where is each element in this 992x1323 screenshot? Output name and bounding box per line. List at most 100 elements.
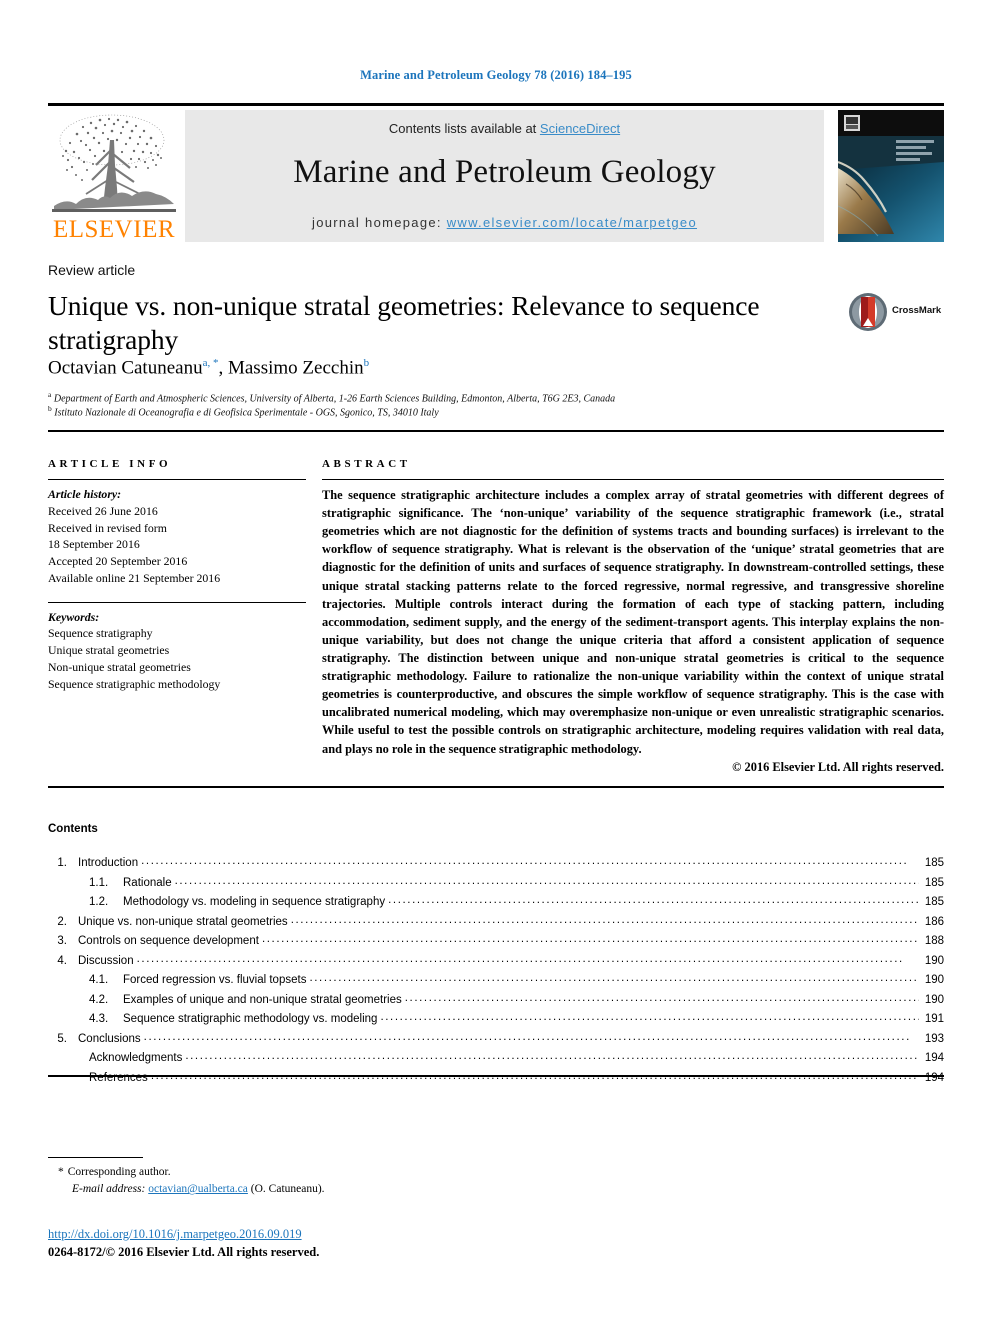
article-history-item: 18 September 2016 [48, 537, 140, 552]
toc-label[interactable]: Introduction [78, 857, 138, 869]
article-history-block: Article history: Received 26 June 2016 R… [48, 486, 306, 587]
email-link[interactable]: octavian@ualberta.ca [148, 1183, 248, 1195]
article-first-page: Marine and Petroleum Geology 78 (2016) 1… [0, 0, 992, 1323]
toc-label[interactable]: Sequence stratigraphic methodology vs. m… [123, 1013, 377, 1025]
crossmark-badge[interactable]: CrossMark [848, 292, 944, 336]
toc-leader-dots: ........................................… [261, 933, 919, 945]
abstract-column: ABSTRACT The sequence stratigraphic arch… [322, 458, 944, 775]
footnote-separator [48, 1157, 143, 1158]
toc-leader-dots: ........................................… [290, 913, 919, 926]
elsevier-logo: ELSEVIER [48, 110, 180, 242]
toc-number: 1. [57, 857, 67, 869]
email-suffix: (O. Catuneanu). [250, 1183, 325, 1196]
abstract-text: The sequence stratigraphic architecture … [322, 488, 944, 756]
footnote-block: * Corresponding author. E-mail address: o… [58, 1164, 325, 1199]
email-label: E-mail address: [72, 1183, 146, 1196]
journal-homepage-line: journal homepage: www.elsevier.com/locat… [185, 215, 824, 230]
article-info-spacer [48, 587, 306, 602]
crossmark-label: CrossMark [892, 305, 942, 316]
abstract-copyright: © 2016 Elsevier Ltd. All rights reserved… [732, 759, 944, 774]
toc-page: 193 [924, 1032, 944, 1045]
author-name-1: Octavian Catuneanu [48, 357, 203, 379]
keywords-rule [48, 601, 306, 603]
toc-page: 194 [924, 1071, 944, 1084]
sciencedirect-link[interactable]: ScienceDirect [540, 121, 620, 136]
article-type: Review article [48, 262, 136, 278]
article-history-item: Accepted 20 September 2016 [48, 554, 188, 568]
affiliation-text-b: Istituto Nazionale di Oceanografia e di … [54, 407, 439, 419]
toc-page: 190 [924, 993, 944, 1006]
toc-label[interactable]: Discussion [78, 955, 134, 967]
toc-number: 3. [57, 935, 67, 947]
toc-label[interactable]: Examples of unique and non-unique strata… [123, 994, 402, 1006]
article-history-item: Received in revised form [48, 520, 167, 535]
corresponding-author-note: * Corresponding author. [58, 1164, 325, 1181]
toc-leader-dots: ........................................… [185, 1050, 919, 1062]
toc-number: 4.2. [89, 993, 109, 1006]
affiliation-text-a: Department of Earth and Atmospheric Scie… [53, 393, 616, 405]
issn-copyright-line: 0264-8172/© 2016 Elsevier Ltd. All right… [48, 1245, 320, 1259]
toc-page: 185 [924, 857, 944, 869]
keyword-item: Sequence stratigraphic methodology [48, 676, 221, 691]
email-note: E-mail address: octavian@ualberta.ca (O.… [58, 1181, 325, 1198]
toc-label[interactable]: Unique vs. non-unique stratal geometries [78, 916, 288, 928]
journal-title: Marine and Petroleum Geology [293, 154, 716, 190]
keyword-item: Non-unique stratal geometries [48, 659, 191, 674]
keywords-label: Keywords: [48, 609, 100, 624]
abstract-heading: ABSTRACT [322, 458, 411, 470]
doi-link[interactable]: http://dx.doi.org/10.1016/j.marpetgeo.20… [48, 1227, 302, 1242]
journal-masthead: ELSEVIER Contents lists available at Sci… [48, 103, 944, 243]
toc-leader-dots: ........................................… [136, 952, 904, 965]
keywords-block: Keywords: Sequence stratigraphy Unique s… [48, 609, 306, 693]
corresponding-author-marker: * [58, 1166, 64, 1178]
toc-page: 194 [924, 1052, 944, 1064]
journal-cover-thumbnail[interactable] [838, 110, 944, 242]
toc-number: 4.3. [89, 1013, 109, 1025]
contents-lists-line: Contents lists available at ScienceDirec… [185, 121, 824, 136]
toc-number: 5. [57, 1032, 67, 1045]
toc-label[interactable]: Methodology vs. modeling in sequence str… [123, 896, 385, 908]
contents-lists-prefix: Contents lists available at [388, 121, 540, 136]
keyword-item: Unique stratal geometries [48, 643, 170, 657]
toc-leader-dots: ........................................… [309, 972, 919, 984]
toc-leader-dots: ........................................… [380, 1011, 919, 1023]
journal-homepage-link[interactable]: www.elsevier.com/locate/marpetgeo [447, 215, 697, 230]
author-list: Octavian Catuneanua, *, Massimo Zecchinb [48, 357, 370, 379]
toc-page: 190 [924, 974, 944, 986]
elsevier-wordmark: ELSEVIER [52, 216, 176, 243]
abstract-rule [322, 479, 944, 480]
author-name-2: Massimo Zecchin [227, 357, 364, 379]
homepage-prefix: journal homepage: [312, 215, 447, 230]
table-of-contents: 1. Introduction ........................… [48, 855, 944, 1091]
toc-number: 1.1. [89, 876, 109, 889]
toc-leader-dots: ........................................… [404, 991, 919, 1004]
article-history-item: Available online 21 September 2016 [48, 570, 221, 585]
toc-page: 190 [924, 954, 944, 967]
divider-above-contents [48, 786, 944, 788]
toc-number: 4. [57, 954, 67, 967]
toc-leader-dots: ........................................… [174, 874, 919, 887]
author-marks-1[interactable]: a, * [203, 357, 219, 369]
contents-heading: Contents [48, 823, 98, 835]
toc-label[interactable]: Acknowledgments [89, 1052, 182, 1064]
keyword-item: Sequence stratigraphy [48, 626, 153, 641]
article-history-item: Received 26 June 2016 [48, 503, 158, 518]
toc-label[interactable]: Forced regression vs. fluvial topsets [123, 974, 306, 986]
page-title: Unique vs. non-unique stratal geometries… [48, 290, 760, 355]
toc-label[interactable]: Conclusions [78, 1033, 141, 1045]
affiliation-marker-b: b [48, 404, 52, 413]
article-info-column: ARTICLE INFO Article history: Received 2… [48, 458, 306, 692]
toc-page: 188 [924, 935, 944, 947]
divider-above-abstract [48, 430, 944, 432]
journal-cover-image [838, 110, 944, 242]
toc-label[interactable]: References [89, 1072, 148, 1084]
toc-page: 185 [924, 876, 944, 889]
toc-number: 2. [57, 915, 67, 928]
elsevier-tree-icon [52, 114, 176, 212]
toc-label[interactable]: Rationale [123, 877, 172, 889]
toc-label[interactable]: Controls on sequence development [78, 935, 259, 947]
article-info-heading: ARTICLE INFO [48, 458, 172, 470]
journal-band: Contents lists available at ScienceDirec… [185, 110, 824, 242]
author-marks-2[interactable]: b [364, 357, 370, 369]
affiliation-b: b Istituto Nazionale di Oceanografia e d… [48, 404, 439, 420]
